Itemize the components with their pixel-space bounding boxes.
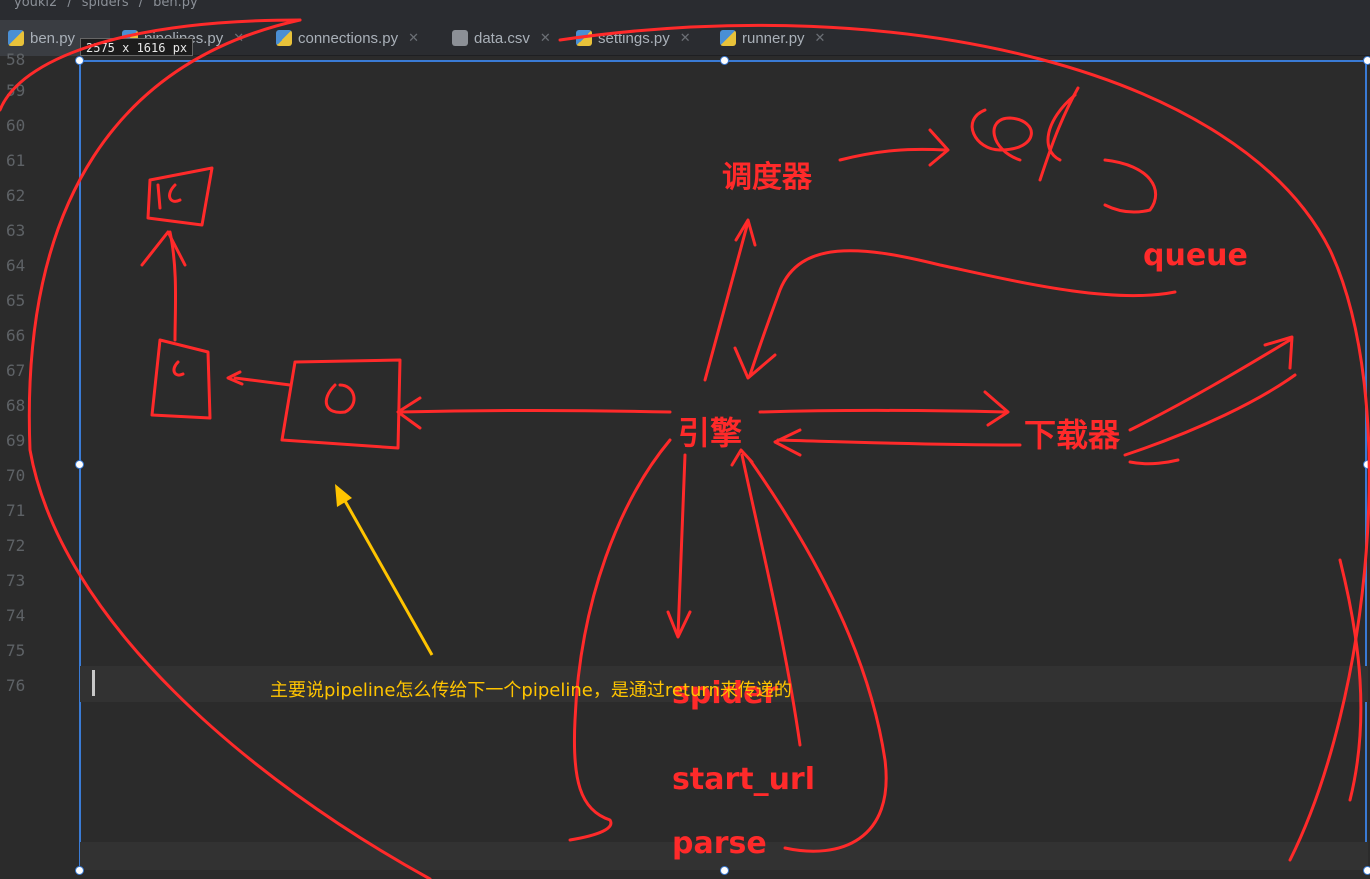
annotation-text: 主要说pipeline怎么传给下一个pipeline，是通过return来传递的 <box>270 680 792 701</box>
annotation-arrow <box>335 484 434 656</box>
